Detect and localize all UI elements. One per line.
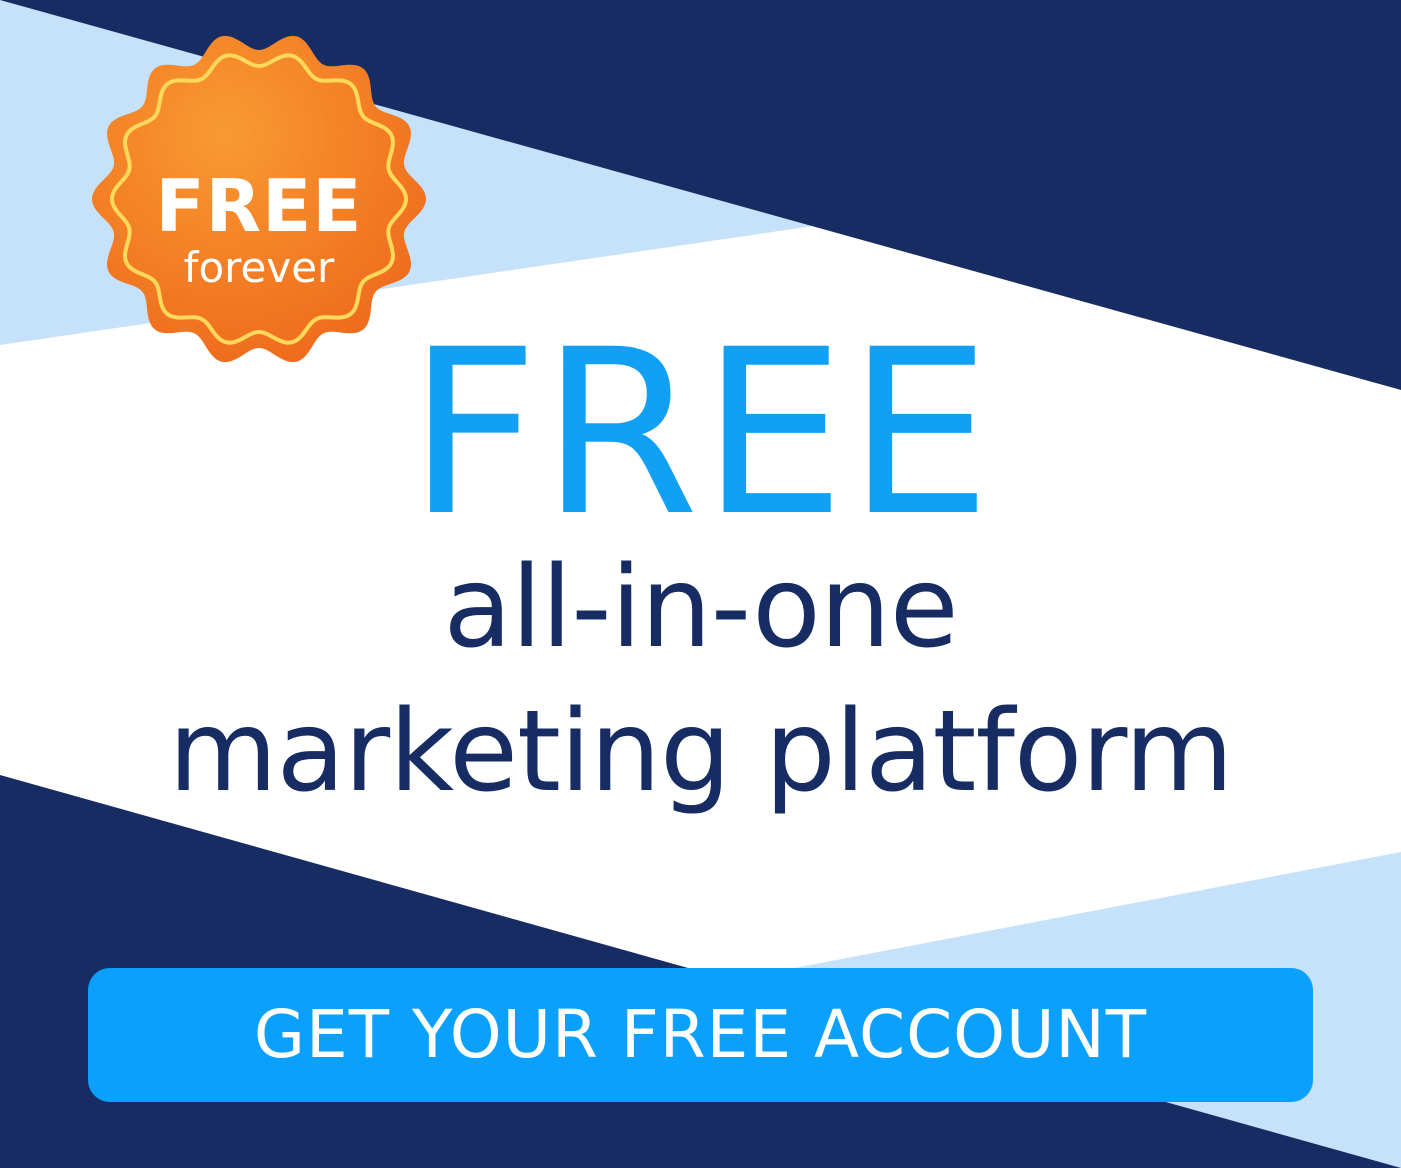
headline-line-1: all-in-one (443, 543, 958, 673)
badge-subtitle: forever (183, 243, 335, 292)
badge-title: FREE (155, 164, 363, 248)
get-free-account-button[interactable]: GET YOUR FREE ACCOUNT (88, 968, 1313, 1102)
headline-free: FREE (407, 300, 994, 566)
headline-line-2: marketing platform (168, 687, 1233, 817)
promo-banner: FREE forever FREE all-in-one marketing p… (0, 0, 1401, 1168)
